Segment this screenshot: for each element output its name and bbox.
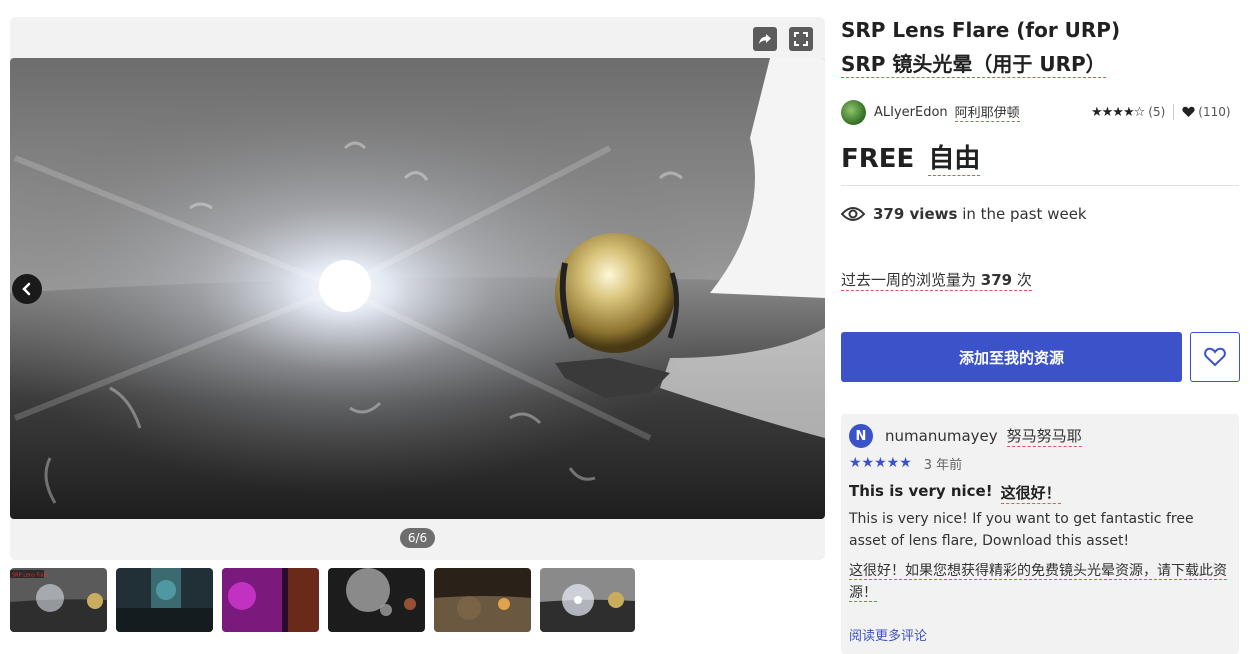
review-stars: ★★★★★ (849, 455, 912, 471)
views-translated-count: 379 (980, 271, 1013, 289)
views-suffix: in the past week (957, 205, 1087, 223)
review-body-translated-wrap: 这很好！如果您想获得精彩的免费镜头光晕资源，请下载此资源！ (849, 560, 1229, 604)
review-header: N numanumayey 努马努马耶 (849, 424, 1082, 448)
thumbnail-5[interactable] (434, 568, 531, 632)
publisher-name[interactable]: ALIyerEdon (874, 105, 948, 120)
add-to-my-assets-button[interactable]: 添加至我的资源 (841, 332, 1182, 382)
image-gallery: 6/6 (10, 17, 825, 560)
share-button[interactable] (753, 27, 777, 51)
divider (1173, 104, 1175, 120)
product-title: SRP Lens Flare (for URP) (841, 18, 1121, 42)
views-translated-suffix: 次 (1012, 271, 1032, 289)
main-preview-image[interactable] (10, 58, 825, 519)
share-icon (759, 34, 771, 44)
publisher-avatar[interactable] (841, 99, 866, 125)
rating-summary: ★★★★☆ (5) (110) (1091, 103, 1231, 121)
publisher-row: ALIyerEdon 阿利耶伊顿 (841, 99, 1020, 125)
review-card: N numanumayey 努马努马耶 ★★★★★ 3 年前 This is v… (841, 414, 1239, 654)
favorite-button[interactable] (1190, 332, 1240, 382)
eye-icon (841, 207, 865, 221)
price-translated: 自由 (928, 138, 981, 176)
reviewer-name-translated: 努马努马耶 (1006, 427, 1082, 447)
favorites-count: (110) (1198, 105, 1231, 119)
review-title: This is very nice! (849, 482, 993, 500)
thumbnail-2[interactable] (116, 568, 213, 632)
thumbnail-1[interactable]: SRP Lens Flare (10, 568, 107, 632)
fullscreen-button[interactable] (789, 27, 813, 51)
thumbnail-6-selected[interactable] (540, 568, 635, 632)
image-counter: 6/6 (400, 528, 435, 548)
thumbnail-label: SRP Lens Flare (12, 573, 49, 579)
chevron-left-icon (22, 282, 31, 296)
divider-line (841, 185, 1239, 186)
rating-count[interactable]: (5) (1148, 105, 1165, 119)
heart-outline-icon (1204, 347, 1226, 367)
rating-stars[interactable]: ★★★★☆ (1091, 105, 1145, 120)
review-time: 3 年前 (923, 457, 963, 473)
review-title-translated: 这很好！ (1000, 484, 1061, 504)
review-title-row: This is very nice! 这很好！ (849, 482, 1061, 504)
views-translated-prefix: 过去一周的浏览量为 (841, 271, 981, 289)
reviewer-avatar: N (849, 424, 873, 448)
thumbnail-4[interactable] (328, 568, 425, 632)
review-meta: ★★★★★ 3 年前 (849, 454, 963, 473)
views-count: 379 views (873, 205, 958, 223)
views-row: 379 views in the past week (841, 203, 1087, 225)
heart-filled-icon (1182, 106, 1195, 117)
review-body: This is very nice! If you want to get fa… (849, 511, 1194, 549)
product-title-translated: SRP 镜头光晕（用于 URP） (841, 52, 1106, 78)
read-more-reviews-link[interactable]: 阅读更多评论 (849, 625, 927, 644)
thumbnail-3[interactable] (222, 568, 319, 632)
price-row: FREE 自由 (841, 138, 981, 176)
reviewer-name[interactable]: numanumayey (885, 427, 998, 445)
fullscreen-icon (794, 32, 808, 46)
publisher-name-translated: 阿利耶伊顿 (954, 102, 1020, 122)
review-body-translated: 这很好！如果您想获得精彩的免费镜头光晕资源，请下载此资源！ (849, 563, 1227, 602)
price: FREE (841, 144, 915, 174)
previous-image-button[interactable] (12, 274, 42, 304)
views-translated: 过去一周的浏览量为 379 次 (841, 269, 1032, 291)
